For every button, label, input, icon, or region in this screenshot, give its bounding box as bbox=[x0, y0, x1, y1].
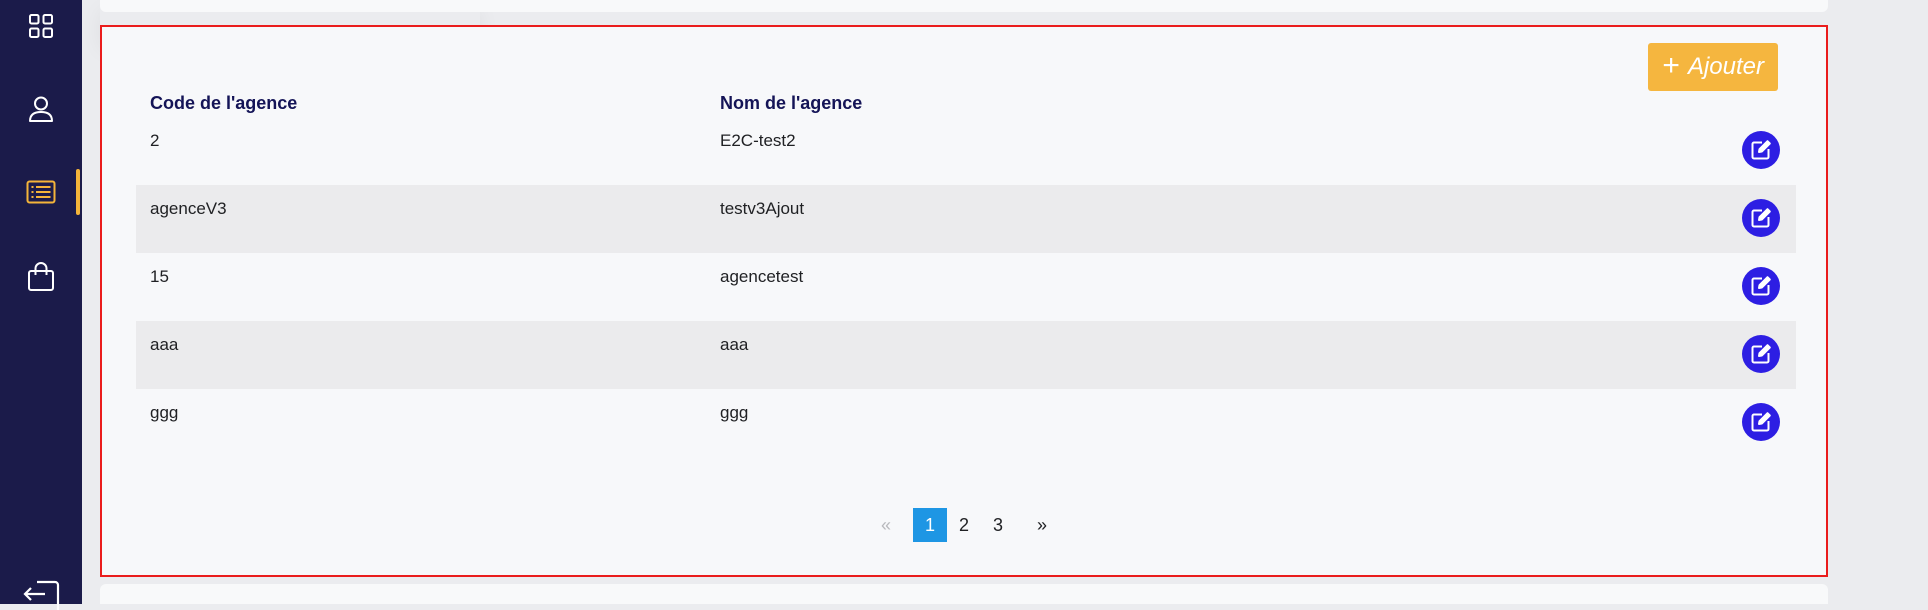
agencies-table: Code de l'agence Nom de l'agence 2 E2C-t… bbox=[136, 65, 1796, 457]
edit-icon bbox=[1751, 276, 1771, 296]
edit-button[interactable] bbox=[1742, 131, 1780, 169]
edit-button[interactable] bbox=[1742, 199, 1780, 237]
pagination-next[interactable]: » bbox=[1025, 508, 1059, 542]
main-content: + Ajouter Code de l'agence Nom de l'agen… bbox=[82, 0, 1928, 604]
agency-name: E2C-test2 bbox=[720, 131, 796, 150]
bag-icon bbox=[28, 262, 54, 291]
grid-icon bbox=[29, 14, 53, 38]
pagination-prev[interactable]: « bbox=[869, 508, 903, 542]
agency-code: 2 bbox=[150, 131, 160, 150]
edit-button[interactable] bbox=[1742, 403, 1780, 441]
edit-button[interactable] bbox=[1742, 267, 1780, 305]
agency-code: aaa bbox=[150, 335, 179, 354]
agency-code: 15 bbox=[150, 267, 169, 286]
edit-icon bbox=[1751, 412, 1771, 432]
pagination-page-1[interactable]: 1 bbox=[913, 508, 947, 542]
table-row: 2 E2C-test2 bbox=[136, 117, 1796, 185]
agency-code: agenceV3 bbox=[150, 199, 227, 218]
top-card bbox=[100, 0, 1828, 12]
user-icon bbox=[29, 96, 53, 122]
column-header-code: Code de l'agence bbox=[150, 93, 298, 113]
agency-name: testv3Ajout bbox=[720, 199, 805, 218]
table-row: aaa aaa bbox=[136, 321, 1796, 389]
agency-name: aaa bbox=[720, 335, 749, 354]
edit-icon bbox=[1751, 344, 1771, 364]
logout-button[interactable] bbox=[0, 580, 82, 610]
logout-icon bbox=[23, 580, 60, 610]
bottom-card bbox=[100, 584, 1828, 604]
sidebar-item-products[interactable] bbox=[0, 254, 82, 300]
pagination-page-2[interactable]: 2 bbox=[947, 508, 981, 542]
table-row: agenceV3 testv3Ajout bbox=[136, 185, 1796, 253]
agency-code: ggg bbox=[150, 403, 179, 422]
column-header-name: Nom de l'agence bbox=[720, 93, 863, 113]
list-icon bbox=[26, 180, 56, 204]
edit-icon bbox=[1751, 140, 1771, 160]
edit-button[interactable] bbox=[1742, 335, 1780, 373]
agencies-panel: + Ajouter Code de l'agence Nom de l'agen… bbox=[100, 25, 1828, 577]
sidebar-item-agencies[interactable] bbox=[0, 169, 82, 215]
agency-name: agencetest bbox=[720, 267, 804, 286]
sidebar-item-dashboard[interactable] bbox=[0, 3, 82, 49]
sidebar bbox=[0, 0, 82, 610]
table-header: Code de l'agence Nom de l'agence bbox=[136, 65, 1796, 117]
active-indicator bbox=[76, 169, 80, 215]
table-row: 15 agencetest bbox=[136, 253, 1796, 321]
sidebar-item-users[interactable] bbox=[0, 86, 82, 132]
table-row: ggg ggg bbox=[136, 389, 1796, 457]
agency-name: ggg bbox=[720, 403, 749, 422]
pagination-page-3[interactable]: 3 bbox=[981, 508, 1015, 542]
edit-icon bbox=[1751, 208, 1771, 228]
pagination: « 1 2 3 » bbox=[102, 508, 1826, 542]
